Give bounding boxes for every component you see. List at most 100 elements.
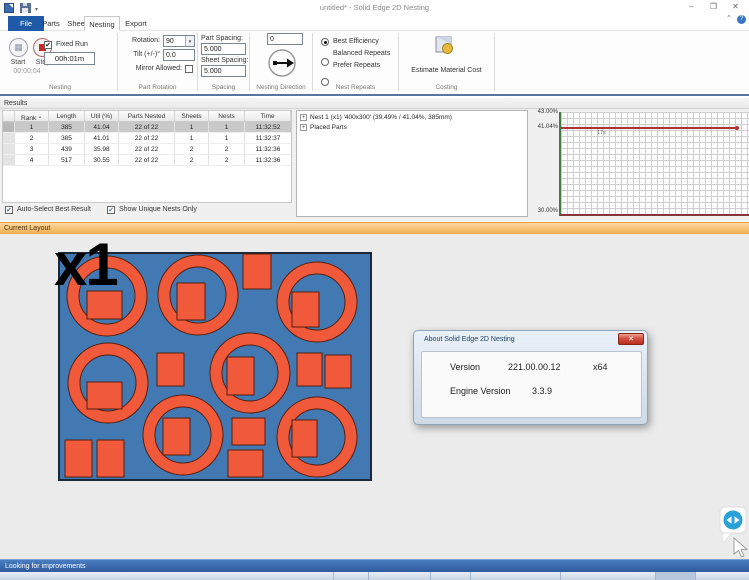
- tab-parts[interactable]: Parts: [38, 16, 64, 31]
- tilt-input[interactable]: 0.0: [163, 49, 195, 61]
- group-label-part-rotation: Part Rotation: [118, 84, 197, 91]
- row-selector-header: [3, 111, 15, 122]
- close-button[interactable]: ✕: [727, 1, 744, 13]
- tilt-label: Tilt (+/-)°: [118, 51, 160, 58]
- col-util[interactable]: Util (%): [85, 111, 119, 122]
- show-unique-label: Show Unique Nests Only: [119, 206, 197, 213]
- group-label-costing: Costing: [399, 84, 494, 91]
- mirror-allowed-checkbox[interactable]: [185, 65, 193, 73]
- taskbar-segment: [560, 572, 655, 580]
- taskbar-segment: [368, 572, 430, 580]
- sheet-spacing-label: Sheet Spacing:: [201, 57, 248, 64]
- window-title: untitled* - Solid Edge 2D Nesting: [0, 3, 749, 12]
- rotation-dropdown-icon[interactable]: ▼: [185, 36, 194, 46]
- taskbar-segment: [470, 572, 560, 580]
- group-label-nest-repeats: Nest Repeats: [313, 84, 398, 91]
- rect-part: [228, 450, 263, 477]
- tab-export[interactable]: Export: [120, 16, 152, 31]
- app-window: ▾ untitled* - Solid Edge 2D Nesting – ❐ …: [0, 0, 749, 580]
- results-panel-header: Results: [0, 98, 749, 109]
- table-row[interactable]: 4517 30.5522 of 22 22 11:32:36: [3, 155, 291, 166]
- tree-item-nest[interactable]: + Nest 1 (x1) '400x300' (39.49% / 41.04%…: [300, 114, 452, 121]
- engine-version-value: 3.3.9: [532, 386, 552, 396]
- col-parts-nested[interactable]: Parts Nested: [119, 111, 175, 122]
- about-dialog-close-button[interactable]: ✕: [618, 333, 644, 345]
- minimize-button[interactable]: –: [683, 1, 700, 13]
- rect-part: [97, 440, 124, 477]
- col-sheets[interactable]: Sheets: [175, 111, 209, 122]
- auto-select-checkbox[interactable]: ✔: [5, 206, 13, 214]
- nesting-direction-icon[interactable]: [266, 47, 298, 79]
- rect-part: [292, 292, 319, 327]
- rect-part: [177, 283, 205, 320]
- rect-part: [157, 353, 184, 386]
- rect-part: [325, 355, 351, 388]
- tab-nesting-active[interactable]: Nesting: [84, 16, 120, 31]
- auto-select-label: Auto-Select Best Result: [17, 206, 91, 213]
- estimate-material-cost-button[interactable]: Estimate Material Cost: [399, 67, 494, 74]
- chart-annotation: 17s: [597, 130, 606, 136]
- table-row[interactable]: 3439 35.9822 of 22 22 11:32:36: [3, 144, 291, 155]
- utilization-chart: 17s: [559, 112, 749, 216]
- tree-item-label: Placed Parts: [310, 124, 347, 131]
- rect-part: [163, 418, 190, 455]
- sheet-spacing-input[interactable]: 5.000: [201, 65, 246, 77]
- start-button[interactable]: ▦: [9, 38, 28, 57]
- ribbon: ▦ Start Stop 00:00:04 ✔ Fixed Run 00h:01…: [0, 31, 749, 96]
- results-panel: Rank ▲ Length Util (%) Parts Nested Shee…: [0, 109, 749, 221]
- rect-part: [243, 254, 271, 289]
- table-row[interactable]: 2385 41.0122 of 22 11 11:32:37: [3, 133, 291, 144]
- radio-best-efficiency-label: Best Efficiency: [333, 38, 379, 45]
- tree-expand-icon[interactable]: +: [300, 124, 307, 131]
- taskbar-segment: [333, 572, 368, 580]
- run-duration-input[interactable]: 00h:01m: [44, 52, 95, 65]
- tree-item-placed-parts[interactable]: + Placed Parts: [300, 124, 347, 131]
- radio-balanced-repeats[interactable]: [321, 58, 329, 66]
- tree-expand-icon[interactable]: +: [300, 114, 307, 121]
- maximize-button[interactable]: ❐: [705, 1, 722, 13]
- results-options-row: ✔ Auto-Select Best Result ✔ Show Unique …: [2, 205, 292, 218]
- version-value: 221.00.00.12: [508, 362, 561, 372]
- nest-tree-panel: + Nest 1 (x1) '400x300' (39.49% / 41.04%…: [296, 110, 528, 217]
- chart-ytick-current: 41.04%: [527, 124, 558, 130]
- col-rank[interactable]: Rank ▲: [15, 111, 49, 122]
- sheet-multiplier-label: x1: [54, 234, 117, 296]
- group-label-nesting-direction: Nesting Direction: [250, 84, 312, 91]
- rect-part: [65, 440, 92, 477]
- part-spacing-label: Part Spacing:: [201, 35, 243, 42]
- group-label-nesting: Nesting: [5, 84, 115, 91]
- utilization-line: 17s: [561, 127, 737, 129]
- table-row[interactable]: 1385 41.0422 of 22 11 11:32:52: [3, 122, 291, 133]
- taskbar-segment: [655, 572, 695, 580]
- estimate-material-cost-icon[interactable]: [434, 35, 454, 55]
- col-time[interactable]: Time: [245, 111, 291, 122]
- about-dialog: About Solid Edge 2D Nesting ✕ Version 22…: [413, 330, 648, 425]
- direction-angle-input[interactable]: 0: [267, 33, 303, 45]
- tree-item-label: Nest 1 (x1) '400x300' (39.49% / 41.04%, …: [310, 114, 452, 121]
- radio-balanced-repeats-label: Balanced Repeats: [333, 50, 390, 57]
- group-separator: [312, 33, 313, 91]
- rect-part: [87, 382, 122, 409]
- group-separator: [249, 33, 250, 91]
- results-table: Rank ▲ Length Util (%) Parts Nested Shee…: [2, 110, 292, 203]
- elapsed-time: 00:00:04: [3, 68, 51, 75]
- mirror-allowed-label: Mirror Allowed:: [118, 65, 182, 72]
- chart-ytick-top: 43.00%: [527, 109, 558, 115]
- rotation-label: Rotation:: [118, 37, 160, 44]
- group-separator: [197, 33, 198, 91]
- title-bar: ▾ untitled* - Solid Edge 2D Nesting – ❐ …: [0, 0, 749, 16]
- radio-prefer-repeats-label: Prefer Repeats: [333, 62, 380, 69]
- about-dialog-title: About Solid Edge 2D Nesting: [424, 336, 515, 343]
- table-header-row: Rank ▲ Length Util (%) Parts Nested Shee…: [3, 111, 291, 122]
- col-nests[interactable]: Nests: [209, 111, 245, 122]
- col-length[interactable]: Length: [49, 111, 85, 122]
- fixed-run-checkbox[interactable]: ✔: [44, 41, 52, 49]
- show-unique-checkbox[interactable]: ✔: [107, 206, 115, 214]
- part-spacing-input[interactable]: 5.000: [201, 43, 246, 55]
- help-icon[interactable]: ?: [737, 15, 746, 24]
- radio-best-efficiency[interactable]: [321, 38, 329, 46]
- rect-part: [292, 420, 317, 457]
- ribbon-collapse-icon[interactable]: ^: [724, 15, 734, 22]
- rotation-combobox[interactable]: 90▼: [163, 35, 195, 47]
- rect-part: [297, 353, 322, 386]
